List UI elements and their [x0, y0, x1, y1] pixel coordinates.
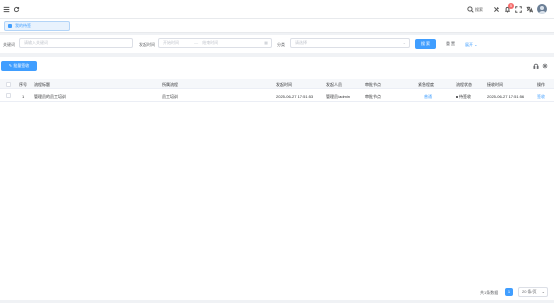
time-range-input[interactable]: 开始时间 — 结束时间 ▦: [158, 38, 272, 48]
category-label: 分类: [277, 42, 285, 47]
tools-icon[interactable]: [492, 5, 500, 13]
search-button[interactable]: 搜 索: [415, 39, 436, 49]
category-placeholder: 请选择: [295, 40, 307, 45]
row-checkbox[interactable]: [6, 93, 11, 98]
table-row[interactable]: 1 管理员的员工培训 员工培训 2025-06-27 17:51:53 管理员/…: [0, 90, 554, 102]
keyword-placeholder: 请输入关键词: [24, 40, 48, 45]
pagination-total: 共1条数据: [480, 290, 499, 295]
sign-icon: ✎: [8, 63, 13, 68]
row-status-cell: 待签收: [456, 94, 471, 100]
header-status: 流程状态: [456, 82, 472, 87]
batch-sign-button[interactable]: ✎ 批量签收: [1, 61, 37, 71]
calendar-icon: ▦: [264, 40, 268, 45]
tabs-bar: 我的待签: [0, 19, 554, 33]
header-receive-time: 接收时间: [487, 82, 503, 87]
row-urgency: 普通: [424, 94, 432, 99]
chevron-down-icon: ⌄: [474, 42, 478, 47]
pagination-page[interactable]: 1: [505, 288, 513, 296]
row-initiator: 管理员/admin: [326, 94, 351, 99]
reset-button[interactable]: 重 置: [440, 39, 461, 49]
row-start-time: 2025-06-27 17:51:53: [276, 94, 314, 99]
row-sign-action[interactable]: 签收: [537, 94, 545, 100]
status-dot: [456, 95, 458, 98]
main-panel: ✎ 批量签收 序号 流程标题 所属流程 发起时间 发起人员 审批节点 紧急程度 …: [0, 57, 554, 300]
row-status: 待签收: [459, 94, 471, 99]
time-start-placeholder: 开始时间: [163, 40, 179, 45]
user-avatar[interactable]: [537, 4, 547, 14]
tab-label: 我的待签: [15, 23, 31, 28]
settings-icon[interactable]: [542, 63, 548, 69]
header-index: 序号: [19, 82, 27, 87]
table-header: 序号 流程标题 所属流程 发起时间 发起人员 审批节点 紧急程度 流程状态 接收…: [0, 79, 554, 89]
row-title: 管理员的员工培训: [34, 94, 66, 99]
refresh-icon[interactable]: [12, 5, 20, 13]
select-all-checkbox[interactable]: [6, 82, 11, 87]
row-index: 1: [22, 94, 25, 99]
header-title: 流程标题: [34, 82, 50, 87]
language-icon[interactable]: [525, 5, 533, 13]
tab-my-pending-sign[interactable]: 我的待签: [4, 21, 70, 31]
expand-link[interactable]: 展开 ⌄: [465, 42, 477, 48]
header-urgency: 紧急程度: [418, 82, 434, 87]
row-receive-time: 2025-06-27 17:51:56: [487, 94, 525, 99]
category-select[interactable]: 请选择 ⌄: [290, 38, 410, 48]
header-start-time: 发起时间: [276, 82, 292, 87]
time-end-placeholder: 结束时间: [202, 40, 219, 45]
headset-icon[interactable]: [533, 63, 539, 69]
page-size-label: 20 条/页: [522, 289, 537, 294]
tab-icon: [8, 24, 12, 28]
header-initiator: 发起人员: [326, 82, 342, 87]
keyword-label: 关键词: [3, 42, 15, 47]
row-node: 审批节点: [365, 94, 381, 99]
header-node: 审批节点: [365, 82, 381, 87]
row-process: 员工培训: [162, 94, 178, 99]
header-process: 所属流程: [162, 82, 178, 87]
header-action: 操作: [537, 82, 545, 87]
chevron-down-icon: ⌄: [541, 289, 545, 294]
top-bar: 搜索 5: [0, 0, 554, 19]
page-size-select[interactable]: 20 条/页 ⌄: [518, 287, 548, 297]
search-label[interactable]: 搜索: [475, 7, 483, 13]
keyword-input[interactable]: 请输入关键词: [19, 38, 133, 48]
menu-toggle-icon[interactable]: [2, 5, 10, 13]
batch-sign-label: 批量签收: [13, 63, 30, 68]
time-separator: —: [194, 40, 199, 45]
search-icon[interactable]: [466, 5, 474, 13]
expand-label: 展开: [465, 42, 473, 47]
filter-form: 关键词 请输入关键词 发起时间 开始时间 — 结束时间 ▦ 分类 请选择 ⌄ 搜…: [0, 35, 554, 53]
chevron-down-icon: ⌄: [402, 40, 406, 45]
time-label: 发起时间: [139, 42, 155, 47]
fullscreen-icon[interactable]: [514, 5, 522, 13]
